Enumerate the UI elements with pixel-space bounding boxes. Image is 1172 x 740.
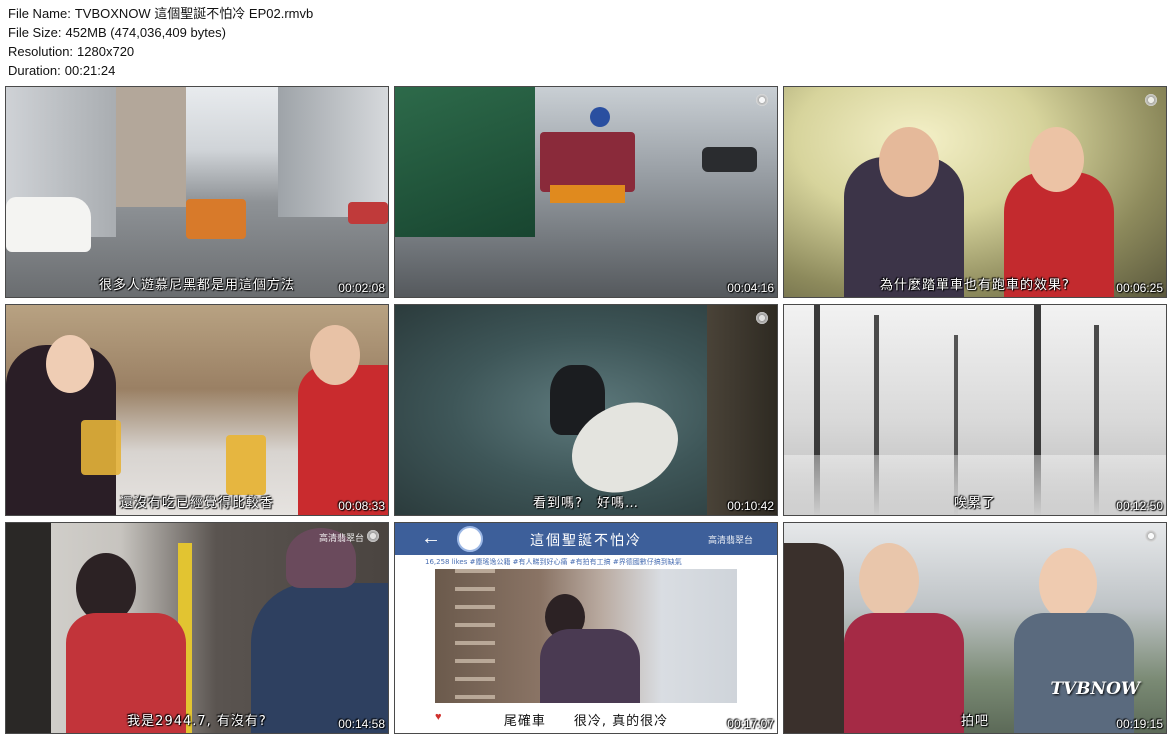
thumbnail-6[interactable]: 唉累了 00:12:50 (783, 304, 1167, 516)
post-image (435, 569, 737, 703)
tvb-logo-icon (755, 311, 769, 325)
duration-label: Duration: (8, 63, 61, 78)
thumbnail-1[interactable]: 很多人遊慕尼黑都是用這個方法 00:02:08 (5, 86, 389, 298)
subtitle: 看到嗎? 好嗎… (533, 496, 639, 511)
tvb-logo-icon (1144, 93, 1158, 107)
duration-row: Duration: 00:21:24 (8, 61, 313, 80)
thumbnail-5[interactable]: 看到嗎? 好嗎… 00:10:42 (394, 304, 778, 516)
timestamp: 00:08:33 (338, 499, 385, 513)
subtitle: 為什麼踏單車也有跑車的效果? (880, 278, 1070, 293)
tvb-logo-icon (1144, 529, 1158, 543)
subtitle: 尾確車 很冷, 真的很冷 (503, 714, 669, 729)
thumbnail-8[interactable]: ← 這個聖誕不怕冷 高清翡翠台 16,258 likes #塵瑤逸公籍 #有人睇… (394, 522, 778, 734)
thumbnail-9[interactable]: TVBNOW 拍吧 00:19:15 (783, 522, 1167, 734)
truck-scene (395, 87, 777, 297)
timestamp: 00:02:08 (338, 281, 385, 295)
dirndl-scene (784, 523, 1166, 733)
timestamp: 00:10:42 (727, 499, 774, 513)
timestamp: 00:06:25 (1116, 281, 1163, 295)
street-scene (6, 87, 388, 297)
subtitle: 唉累了 (953, 496, 996, 511)
subtitle: 拍吧 (960, 714, 989, 729)
thumbnail-3[interactable]: 為什麼踏單車也有跑車的效果? 00:06:25 (783, 86, 1167, 298)
timestamp: 00:19:15 (1116, 717, 1163, 731)
measure-scene (6, 523, 388, 733)
file-size-row: File Size: 452MB (474,036,409 bytes) (8, 23, 313, 42)
file-name-row: File Name: TVBOXNOW 這個聖誕不怕冷 EP02.rmvb (8, 4, 313, 23)
resolution-label: Resolution: (8, 44, 74, 59)
subtitle: 還沒有吃已經覺得比較香 (119, 496, 274, 511)
channel-label: 高清翡翠台 (707, 536, 753, 546)
beer-hall-scene (6, 305, 388, 515)
timestamp: 00:14:58 (338, 717, 385, 731)
timestamp: 00:12:50 (1116, 499, 1163, 513)
channel-label: 高清翡翠台 (318, 534, 364, 544)
file-size-label: File Size: (8, 25, 62, 40)
file-name-label: File Name: (8, 6, 71, 21)
file-info-header: File Name: TVBOXNOW 這個聖誕不怕冷 EP02.rmvb Fi… (8, 4, 313, 80)
thumbnail-2[interactable]: 00:04:16 (394, 86, 778, 298)
tvb-logo-icon (366, 529, 380, 543)
subtitle: 我是2944.7, 有沒有? (127, 714, 267, 729)
tunnel-scene (784, 87, 1166, 297)
file-size-value: 452MB (474,036,409 bytes) (65, 25, 226, 40)
file-name-value: TVBOXNOW 這個聖誕不怕冷 EP02.rmvb (74, 6, 314, 21)
snow-forest-scene (784, 305, 1166, 515)
timestamp: 00:04:16 (727, 281, 774, 295)
post-tags: 16,258 likes #塵瑤逸公籍 #有人睇到好心痛 #有拍有工搞 #界德國… (425, 558, 682, 566)
resolution-row: Resolution: 1280x720 (8, 42, 313, 61)
duration-value: 00:21:24 (64, 63, 116, 78)
thumbnail-7[interactable]: 高清翡翠台 我是2944.7, 有沒有? 00:14:58 (5, 522, 389, 734)
tvb-logo-icon (755, 93, 769, 107)
resolution-value: 1280x720 (77, 44, 135, 59)
thumbnail-4[interactable]: 還沒有吃已經覺得比較香 00:08:33 (5, 304, 389, 516)
subtitle: 很多人遊慕尼黑都是用這個方法 (98, 278, 295, 293)
watermark: TVBNOW (1050, 679, 1140, 699)
thumbnail-grid: 很多人遊慕尼黑都是用這個方法 00:02:08 00:04:16 為什麼踏單車也… (5, 86, 1167, 736)
timestamp: 00:17:07 (727, 717, 774, 731)
river-scene (395, 305, 777, 515)
